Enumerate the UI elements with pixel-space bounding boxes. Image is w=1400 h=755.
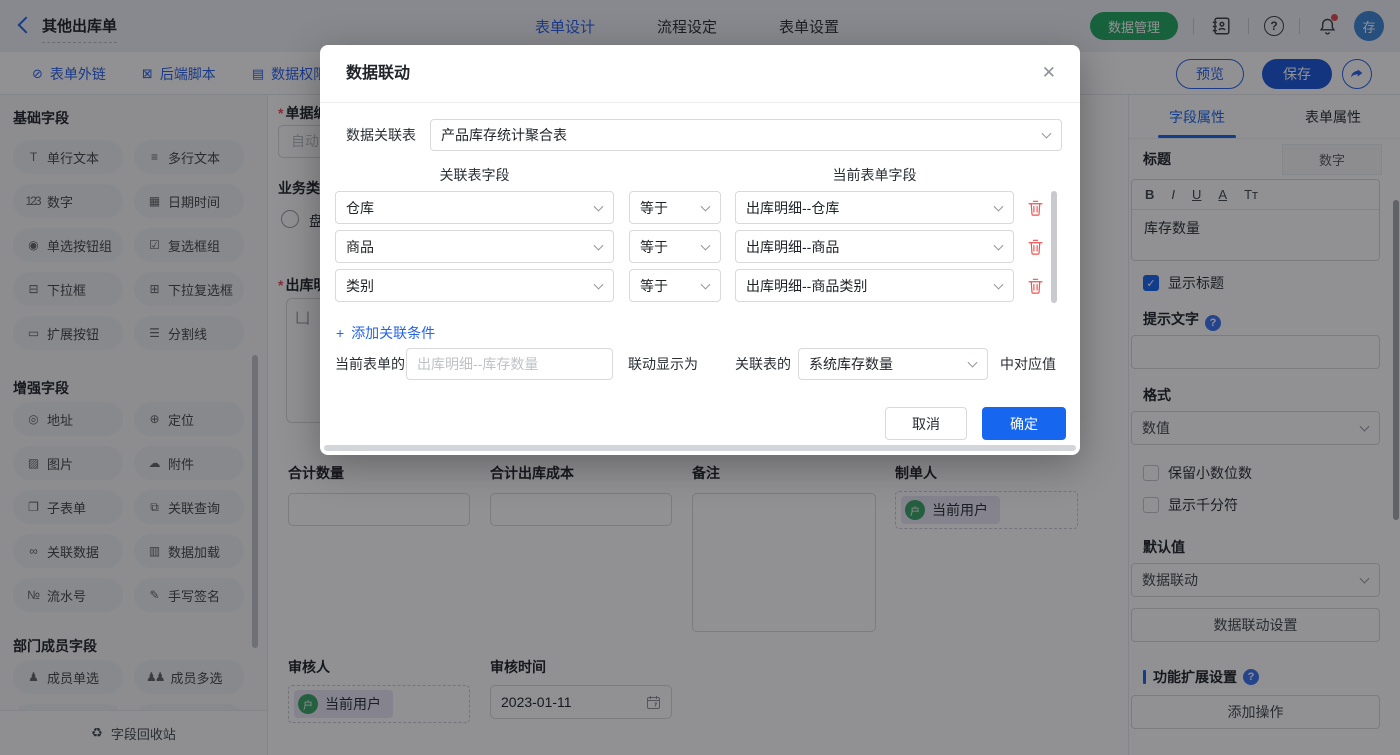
confirm-button[interactable]: 确定 [982, 407, 1066, 440]
chevron-down-icon [993, 240, 1004, 251]
trash-icon [1028, 278, 1042, 294]
modal-title: 数据联动 [346, 65, 411, 82]
chevron-down-icon [700, 279, 711, 290]
relation-field-select[interactable]: 仓库 [335, 191, 614, 224]
add-condition-label: 添加关联条件 [351, 325, 436, 341]
condition-row: 仓库 等于 出库明细--仓库 [335, 191, 1057, 224]
modal-horizontal-scrollbar[interactable] [324, 445, 1076, 451]
map-middle-label: 联动显示为 [628, 356, 698, 372]
plus-icon: + [336, 325, 345, 341]
add-condition-link[interactable]: + 添加关联条件 [336, 323, 435, 343]
trash-icon [1028, 200, 1042, 216]
chevron-down-icon [700, 201, 711, 212]
delete-condition-button[interactable] [1027, 278, 1043, 294]
column-header-right: 当前表单字段 [832, 167, 917, 183]
map-relation-select[interactable]: 系统库存数量 [798, 348, 988, 380]
chevron-down-icon [1041, 128, 1052, 139]
form-field-select[interactable]: 出库明细--商品类别 [735, 269, 1014, 302]
condition-row: 类别 等于 出库明细--商品类别 [335, 269, 1057, 302]
chevron-down-icon [700, 240, 711, 251]
data-linkage-modal: 数据联动 ✕ 数据关联表 产品库存统计聚合表 关联表字段 当前表单字段 仓库 等… [320, 45, 1080, 455]
delete-condition-button[interactable] [1027, 200, 1043, 216]
delete-condition-button[interactable] [1027, 239, 1043, 255]
close-icon[interactable]: ✕ [1042, 63, 1056, 83]
map-current-input[interactable] [406, 348, 613, 380]
operator-select[interactable]: 等于 [629, 230, 721, 263]
condition-row: 商品 等于 出库明细--商品 [335, 230, 1057, 263]
chevron-down-icon [593, 201, 604, 212]
chevron-down-icon [967, 357, 978, 368]
conditions-scrollbar[interactable] [1051, 191, 1057, 303]
trash-icon [1028, 239, 1042, 255]
condition-rows: 仓库 等于 出库明细--仓库 商品 等于 出库明细--商品 类别 等于 出库明细… [335, 191, 1057, 308]
map-current-label: 当前表单的 [335, 356, 405, 372]
chevron-down-icon [593, 279, 604, 290]
chevron-down-icon [993, 201, 1004, 212]
operator-select[interactable]: 等于 [629, 191, 721, 224]
map-relation-label: 关联表的 [735, 356, 791, 372]
chevron-down-icon [993, 279, 1004, 290]
form-field-select[interactable]: 出库明细--商品 [735, 230, 1014, 263]
map-suffix-label: 中对应值 [1000, 356, 1056, 372]
relation-field-select[interactable]: 类别 [335, 269, 614, 302]
operator-select[interactable]: 等于 [629, 269, 721, 302]
chevron-down-icon [593, 240, 604, 251]
relation-table-select[interactable]: 产品库存统计聚合表 [430, 119, 1062, 151]
column-header-left: 关联表字段 [439, 167, 510, 183]
relation-table-label: 数据关联表 [346, 127, 416, 143]
modal-header: 数据联动 ✕ [320, 45, 1080, 103]
cancel-button[interactable]: 取消 [885, 407, 967, 440]
form-field-select[interactable]: 出库明细--仓库 [735, 191, 1014, 224]
relation-field-select[interactable]: 商品 [335, 230, 614, 263]
